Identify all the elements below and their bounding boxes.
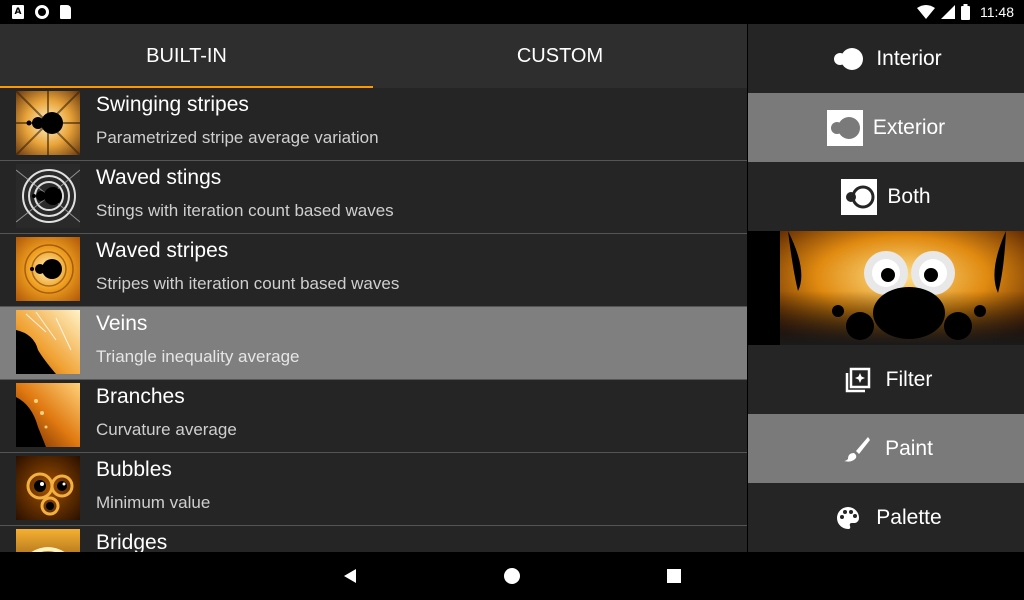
list-item[interactable]: Bridges <box>0 526 747 552</box>
item-subtitle: Triangle inequality average <box>96 347 300 366</box>
both-button[interactable]: Both <box>748 162 1024 231</box>
status-right: 11:48 <box>917 0 1014 24</box>
fractal-thumbnail <box>16 383 80 447</box>
filter-button[interactable]: Filter <box>748 345 1024 414</box>
filter-icon <box>840 362 876 398</box>
coloring-list-panel: BUILT-IN CUSTOM Swinging stripes Paramet… <box>0 24 747 552</box>
both-label: Both <box>887 184 931 208</box>
paint-button[interactable]: Paint <box>748 414 1024 483</box>
fractal-thumbnail <box>16 529 80 552</box>
list-item[interactable]: Branches Curvature average <box>0 380 747 453</box>
exterior-button[interactable]: Exterior <box>748 93 1024 162</box>
item-title: Branches <box>96 385 185 408</box>
fractal-thumbnail <box>16 310 80 374</box>
battery-icon <box>961 4 970 20</box>
both-icon <box>841 178 878 215</box>
navigation-bar <box>0 552 1024 600</box>
interior-icon <box>830 41 866 77</box>
item-subtitle: Parametrized stripe average variation <box>96 128 379 147</box>
list-item[interactable]: Waved stripes Stripes with iteration cou… <box>0 234 747 307</box>
coloring-list: Swinging stripes Parametrized stripe ave… <box>0 88 747 552</box>
fractal-preview <box>748 231 1024 345</box>
fractal-thumbnail <box>16 237 80 301</box>
palette-icon <box>830 500 866 536</box>
sd-card-icon <box>60 5 71 19</box>
interior-button[interactable]: Interior <box>748 24 1024 93</box>
status-bar: A 11:48 <box>0 0 1024 24</box>
list-item[interactable]: Waved stings Stings with iteration count… <box>0 161 747 234</box>
item-title: Bubbles <box>96 458 172 481</box>
tab-built-in[interactable]: BUILT-IN <box>0 24 373 88</box>
recent-apps-icon[interactable] <box>664 566 684 586</box>
item-subtitle: Stings with iteration count based waves <box>96 201 394 220</box>
fractal-thumbnail <box>16 91 80 155</box>
item-title: Bridges <box>96 531 168 552</box>
item-subtitle: Stripes with iteration count based waves <box>96 274 400 293</box>
back-icon[interactable] <box>340 566 360 586</box>
fractal-thumbnail <box>16 456 80 520</box>
home-icon[interactable] <box>502 566 522 586</box>
fractal-thumbnail <box>16 164 80 228</box>
palette-label: Palette <box>876 505 942 529</box>
list-item[interactable]: Bubbles Minimum value <box>0 453 747 526</box>
options-panel: Interior Exterior Both Filter Paint Pale… <box>748 24 1024 552</box>
exterior-label: Exterior <box>872 115 946 139</box>
notification-a-icon: A <box>12 5 24 19</box>
filter-label: Filter <box>885 367 933 391</box>
item-subtitle: Curvature average <box>96 420 237 439</box>
paintbrush-icon <box>839 431 875 467</box>
tab-bar: BUILT-IN CUSTOM <box>0 24 747 88</box>
item-title: Swinging stripes <box>96 93 249 116</box>
list-item[interactable]: Swinging stripes Parametrized stripe ave… <box>0 88 747 161</box>
list-item-selected[interactable]: Veins Triangle inequality average <box>0 307 747 380</box>
signal-icon <box>941 5 955 19</box>
item-title: Waved stripes <box>96 239 229 262</box>
interior-label: Interior <box>876 46 942 70</box>
item-subtitle: Minimum value <box>96 493 211 512</box>
item-title: Veins <box>96 312 148 335</box>
item-title: Waved stings <box>96 166 222 189</box>
notification-circle-icon <box>35 5 49 19</box>
clock: 11:48 <box>980 4 1014 20</box>
wifi-icon <box>917 5 935 19</box>
palette-button[interactable]: Palette <box>748 483 1024 552</box>
paint-label: Paint <box>885 436 933 460</box>
tab-custom[interactable]: CUSTOM <box>373 24 747 88</box>
exterior-icon <box>826 109 863 146</box>
